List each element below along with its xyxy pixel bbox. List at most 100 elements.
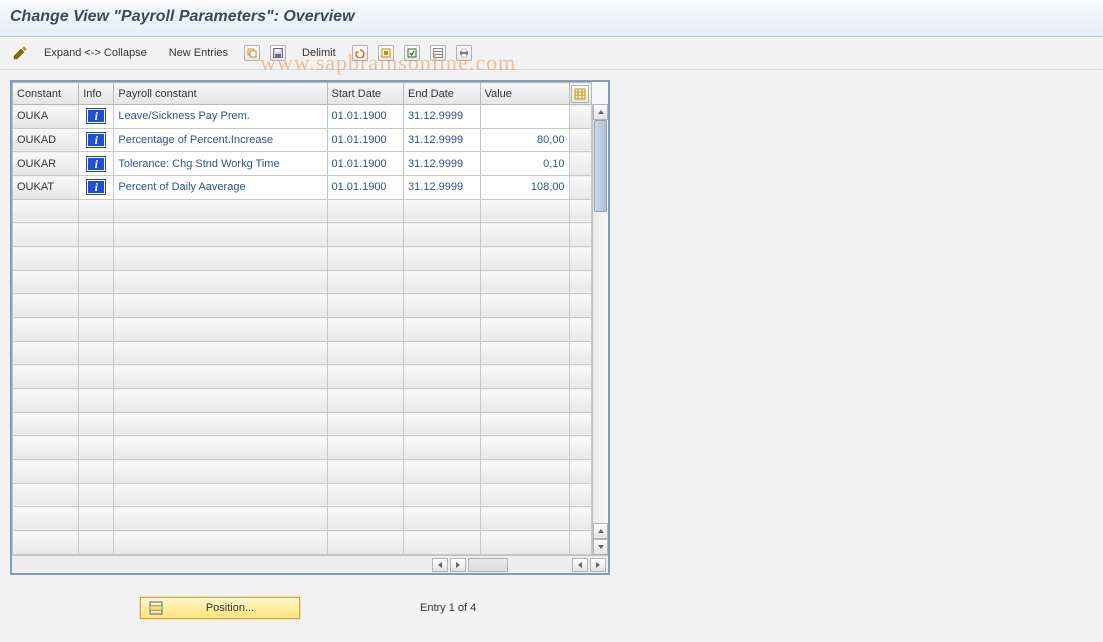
hscroll-track[interactable]	[468, 558, 508, 572]
cell-empty[interactable]	[327, 436, 404, 460]
table-row-empty[interactable]	[13, 531, 592, 555]
cell-empty[interactable]	[114, 460, 327, 484]
col-constant[interactable]: Constant	[13, 83, 79, 105]
delimit-button[interactable]: Delimit	[294, 45, 344, 61]
cell-empty[interactable]	[480, 412, 569, 436]
cell-empty[interactable]	[79, 318, 114, 342]
cell-empty[interactable]	[480, 294, 569, 318]
col-info[interactable]: Info	[79, 83, 114, 105]
cell-empty[interactable]	[79, 341, 114, 365]
cell-empty[interactable]	[569, 341, 592, 365]
cell-empty[interactable]	[114, 341, 327, 365]
table-row-empty[interactable]	[13, 507, 592, 531]
cell-empty[interactable]	[480, 460, 569, 484]
cell-empty[interactable]	[13, 341, 79, 365]
pencil-icon[interactable]	[10, 43, 30, 63]
cell-empty[interactable]	[114, 436, 327, 460]
undo-icon[interactable]	[350, 43, 370, 63]
cell-empty[interactable]	[569, 318, 592, 342]
cell-empty[interactable]	[480, 199, 569, 223]
cell-empty[interactable]	[404, 270, 481, 294]
cell-empty[interactable]	[569, 412, 592, 436]
cell-empty[interactable]	[569, 483, 592, 507]
cell-empty[interactable]	[480, 531, 569, 555]
cell-info[interactable]: i	[79, 152, 114, 176]
cell-empty[interactable]	[13, 223, 79, 247]
cell-empty[interactable]	[114, 223, 327, 247]
cell-empty[interactable]	[327, 531, 404, 555]
cell-empty[interactable]	[404, 389, 481, 413]
cell-info[interactable]: i	[79, 105, 114, 129]
table-row-empty[interactable]	[13, 270, 592, 294]
cell-empty[interactable]	[404, 223, 481, 247]
table-settings-icon[interactable]	[428, 43, 448, 63]
cell-empty[interactable]	[79, 483, 114, 507]
table-config-icon[interactable]	[571, 85, 589, 103]
table-row-empty[interactable]	[13, 389, 592, 413]
cell-empty[interactable]	[79, 365, 114, 389]
cell-empty[interactable]	[114, 412, 327, 436]
cell-value[interactable]: 108,00	[480, 176, 569, 200]
cell-start-date[interactable]: 01.01.1900	[327, 128, 404, 152]
scroll-left2-icon[interactable]	[572, 558, 588, 572]
cell-empty[interactable]	[327, 483, 404, 507]
cell-empty[interactable]	[13, 531, 79, 555]
scroll-up-icon[interactable]	[593, 104, 608, 120]
cell-empty[interactable]	[404, 318, 481, 342]
cell-start-date[interactable]: 01.01.1900	[327, 152, 404, 176]
cell-empty[interactable]	[327, 199, 404, 223]
table-row-empty[interactable]	[13, 318, 592, 342]
cell-constant[interactable]: OUKAD	[13, 128, 79, 152]
table-row-empty[interactable]	[13, 247, 592, 271]
cell-empty[interactable]	[480, 389, 569, 413]
cell-empty[interactable]	[79, 412, 114, 436]
cell-empty[interactable]	[13, 412, 79, 436]
cell-end-date[interactable]: 31.12.9999	[404, 105, 481, 129]
expand-collapse-button[interactable]: Expand <-> Collapse	[36, 45, 155, 61]
cell-empty[interactable]	[13, 507, 79, 531]
cell-empty[interactable]	[114, 389, 327, 413]
cell-info[interactable]: i	[79, 176, 114, 200]
table-row-empty[interactable]	[13, 412, 592, 436]
cell-constant[interactable]: OUKAR	[13, 152, 79, 176]
cell-empty[interactable]	[327, 460, 404, 484]
cell-empty[interactable]	[404, 199, 481, 223]
scroll-thumb[interactable]	[594, 120, 607, 212]
cell-empty[interactable]	[480, 223, 569, 247]
col-start-date[interactable]: Start Date	[327, 83, 404, 105]
select-all-icon[interactable]	[376, 43, 396, 63]
col-end-date[interactable]: End Date	[404, 83, 481, 105]
cell-empty[interactable]	[114, 294, 327, 318]
table-row[interactable]: OUKADiPercentage of Percent.Increase01.0…	[13, 128, 592, 152]
cell-empty[interactable]	[480, 318, 569, 342]
cell-empty[interactable]	[13, 270, 79, 294]
cell-start-date[interactable]: 01.01.1900	[327, 105, 404, 129]
cell-empty[interactable]	[404, 365, 481, 389]
cell-empty[interactable]	[404, 412, 481, 436]
cell-empty[interactable]	[13, 389, 79, 413]
cell-empty[interactable]	[13, 294, 79, 318]
cell-empty[interactable]	[114, 531, 327, 555]
scroll-line-up-icon[interactable]	[593, 523, 608, 539]
cell-empty[interactable]	[404, 531, 481, 555]
table-row-empty[interactable]	[13, 294, 592, 318]
cell-empty[interactable]	[327, 294, 404, 318]
cell-empty[interactable]	[480, 270, 569, 294]
cell-empty[interactable]	[404, 460, 481, 484]
cell-empty[interactable]	[480, 436, 569, 460]
scroll-right2-icon[interactable]	[590, 558, 606, 572]
cell-empty[interactable]	[327, 412, 404, 436]
cell-empty[interactable]	[327, 389, 404, 413]
cell-empty[interactable]	[569, 294, 592, 318]
cell-empty[interactable]	[79, 531, 114, 555]
table-row-empty[interactable]	[13, 436, 592, 460]
cell-empty[interactable]	[79, 389, 114, 413]
cell-empty[interactable]	[569, 199, 592, 223]
cell-constant[interactable]: OUKAT	[13, 176, 79, 200]
cell-empty[interactable]	[569, 247, 592, 271]
info-icon[interactable]: i	[86, 132, 106, 148]
cell-empty[interactable]	[480, 507, 569, 531]
col-value[interactable]: Value	[480, 83, 569, 105]
cell-empty[interactable]	[13, 318, 79, 342]
cell-empty[interactable]	[404, 341, 481, 365]
